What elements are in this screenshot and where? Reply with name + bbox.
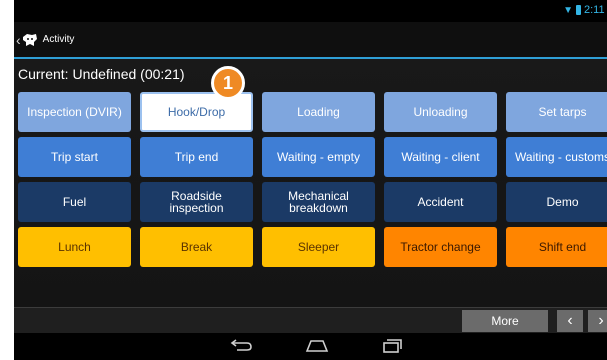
current-activity: Current: Undefined (00:21) [18,66,185,82]
action-bar: ‹ Activity [14,22,607,59]
activity-button-roadside-inspection[interactable]: Roadside inspection [140,182,253,222]
activity-button-label: Waiting - empty [277,150,360,164]
activity-button-demo[interactable]: Demo [506,182,607,222]
activity-button-label: Shift end [538,240,587,254]
activity-button-label: Mechanical breakdown [288,189,349,215]
activity-button-hook-drop[interactable]: Hook/Drop [140,92,253,132]
activity-button-tractor-change[interactable]: Tractor change [384,227,497,267]
activity-button-loading[interactable]: Loading [262,92,375,132]
activity-button-accident[interactable]: Accident [384,182,497,222]
activity-button-label: Accident [417,195,464,209]
activity-button-label: Tractor change [400,240,481,254]
activity-button-unloading[interactable]: Unloading [384,92,497,132]
activity-content: Current: Undefined (00:21) Inspection (D… [14,59,607,309]
activity-button-label: Fuel [62,195,87,209]
activity-button-label: Demo [546,195,579,209]
step-badge: 1 [211,66,245,100]
activity-button-label: Loading [297,105,340,119]
activity-button-label: Set tarps [538,105,587,119]
device-screen: ▼ 2:11 P ‹ Activity Current: Undefined (… [14,0,607,360]
app-title: Activity [42,34,75,45]
activity-button-break[interactable]: Break [140,227,253,267]
activity-button-set-tarps[interactable]: Set tarps [506,92,607,132]
battery-icon [576,5,581,15]
activity-button-trip-start[interactable]: Trip start [18,137,131,177]
activity-button-lunch[interactable]: Lunch [18,227,131,267]
status-time: 2:11 P [584,4,607,16]
bottom-toolbar: More ‹ › [14,307,607,334]
activity-button-label: Sleeper [297,240,340,254]
chevron-left-icon[interactable]: ‹ [557,310,583,332]
activity-button-label: Roadside inspection [169,189,224,215]
back-icon[interactable] [229,339,255,353]
system-navbar [14,333,607,360]
home-icon[interactable] [304,339,330,353]
status-bar: ▼ 2:11 P [14,0,607,22]
activity-button-label: Lunch [58,240,91,254]
activity-button-shift-end[interactable]: Shift end [506,227,607,267]
chevron-right-icon[interactable]: › [588,310,607,332]
frame: ▼ 2:11 P ‹ Activity Current: Undefined (… [0,0,607,360]
up-chevron-icon[interactable]: ‹ [16,32,21,48]
app-logo-icon[interactable] [22,33,38,47]
activity-button-label: Trip start [51,150,98,164]
wifi-icon: ▼ [563,4,573,16]
activity-button-waiting-empty[interactable]: Waiting - empty [262,137,375,177]
activity-button-label: Break [180,240,213,254]
activity-button-fuel[interactable]: Fuel [18,182,131,222]
activity-button-label: Inspection (DVIR) [27,105,122,119]
activity-button-label: Unloading [413,105,468,119]
activity-button-waiting-client[interactable]: Waiting - client [384,137,497,177]
activity-button-label: Waiting - customs [515,150,607,164]
activity-button-mechanical-breakdown[interactable]: Mechanical breakdown [262,182,375,222]
activity-button-trip-end[interactable]: Trip end [140,137,253,177]
activity-button-sleeper[interactable]: Sleeper [262,227,375,267]
status-indicators: ▼ 2:11 P [563,4,607,16]
activity-button-label: Waiting - client [401,150,480,164]
activity-button-label: Trip end [174,150,219,164]
activity-button-label: Hook/Drop [167,105,226,119]
more-button[interactable]: More [462,310,548,332]
activity-button-waiting-customs[interactable]: Waiting - customs [506,137,607,177]
recents-icon[interactable] [379,339,405,353]
activity-button-inspection-dvir[interactable]: Inspection (DVIR) [18,92,131,132]
